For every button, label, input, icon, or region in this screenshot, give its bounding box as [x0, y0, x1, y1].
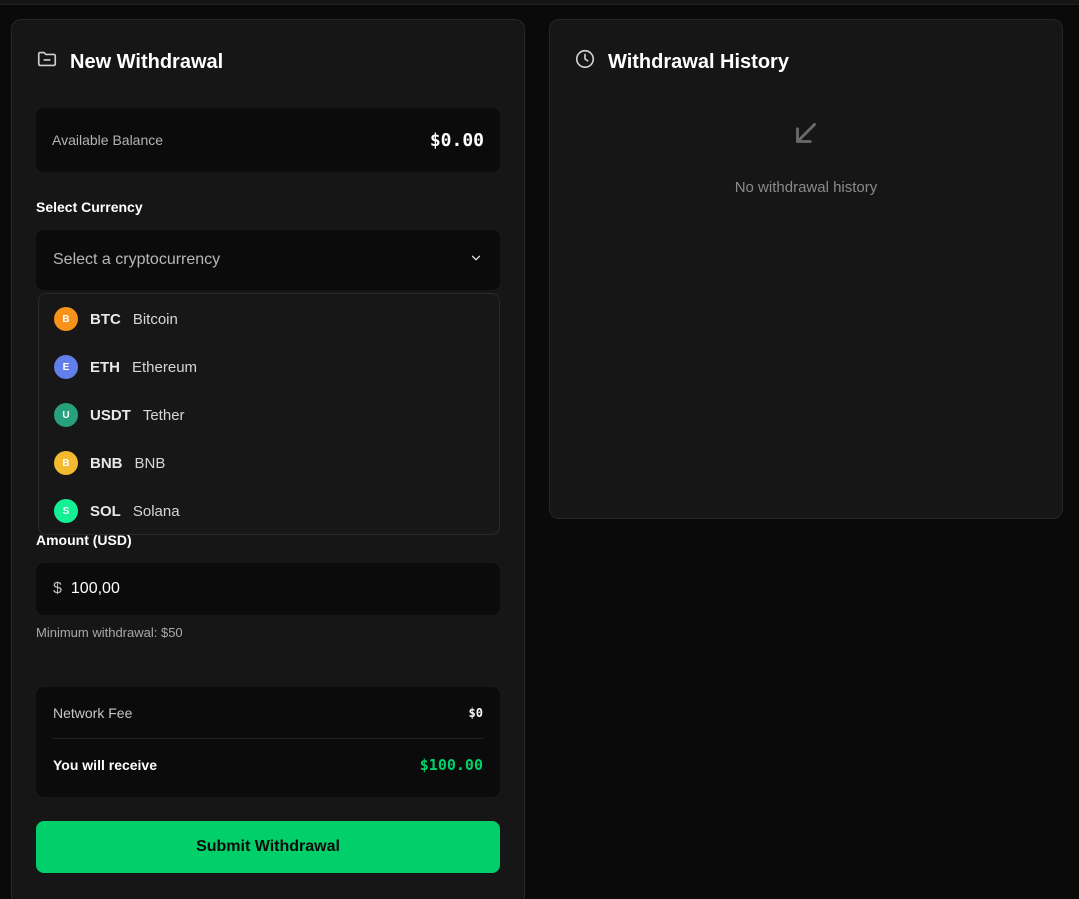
dollar-prefix: $ [53, 580, 62, 597]
currency-name: Bitcoin [132, 310, 178, 328]
currency-name: Tether [142, 406, 185, 424]
currency-label: Select Currency [36, 199, 143, 215]
currency-name: BNB [134, 454, 166, 472]
clock-icon [574, 48, 596, 76]
new-withdrawal-card: New Withdrawal Available Balance $0.00 S… [11, 19, 525, 899]
withdrawal-history-card: Withdrawal History No withdrawal history [549, 19, 1063, 519]
receive-label: You will receive [53, 757, 158, 773]
withdrawal-summary: Network Fee $0 You will receive $100.00 [36, 687, 500, 797]
page-title: New Withdrawal [70, 50, 224, 73]
currency-select[interactable]: Select a cryptocurrency [36, 230, 500, 290]
currency-dropdown: B BTC Bitcoin E ETH Ethereum U USDT Teth… [38, 293, 500, 535]
amount-field[interactable]: $ [36, 563, 500, 615]
top-bar [0, 0, 1079, 5]
currency-option-usdt[interactable]: U USDT Tether [39, 391, 499, 439]
balance-value: $0.00 [429, 129, 484, 151]
currency-symbol: BNB [90, 454, 123, 472]
folder-minus-icon [36, 48, 58, 76]
usdt-coin-icon: U [54, 403, 78, 427]
currency-symbol: USDT [90, 406, 131, 424]
network-fee-value: $0 [468, 705, 483, 720]
new-withdrawal-header: New Withdrawal [36, 48, 223, 76]
receive-value: $100.00 [419, 756, 483, 774]
currency-option-eth[interactable]: E ETH Ethereum [39, 343, 499, 391]
currency-option-bnb[interactable]: B BNB BNB [39, 439, 499, 487]
minimum-withdrawal-hint: Minimum withdrawal: $50 [36, 625, 183, 640]
history-title: Withdrawal History [608, 50, 789, 73]
submit-withdrawal-button[interactable]: Submit Withdrawal [36, 821, 500, 873]
bnb-coin-icon: B [54, 451, 78, 475]
currency-symbol: BTC [90, 310, 121, 328]
btc-coin-icon: B [54, 307, 78, 331]
currency-name: Ethereum [132, 358, 198, 376]
available-balance-box: Available Balance $0.00 [36, 108, 500, 172]
withdrawal-history-header: Withdrawal History [574, 48, 789, 76]
chevron-down-icon [469, 251, 483, 270]
currency-select-placeholder: Select a cryptocurrency [53, 251, 221, 268]
sol-coin-icon: S [54, 499, 78, 523]
receive-row: You will receive $100.00 [53, 739, 483, 791]
network-fee-label: Network Fee [53, 704, 133, 721]
amount-input[interactable] [70, 580, 451, 598]
balance-label: Available Balance [52, 132, 164, 148]
arrow-down-left-icon [789, 116, 823, 155]
currency-option-sol[interactable]: S SOL Solana [39, 487, 499, 535]
currency-option-btc[interactable]: B BTC Bitcoin [39, 295, 499, 343]
currency-symbol: SOL [90, 502, 121, 520]
eth-coin-icon: E [54, 355, 78, 379]
currency-name: Solana [132, 502, 180, 520]
network-fee-row: Network Fee $0 [53, 687, 483, 739]
currency-symbol: ETH [90, 358, 120, 376]
empty-history-text: No withdrawal history [734, 179, 878, 196]
history-empty-state: No withdrawal history [550, 116, 1062, 196]
